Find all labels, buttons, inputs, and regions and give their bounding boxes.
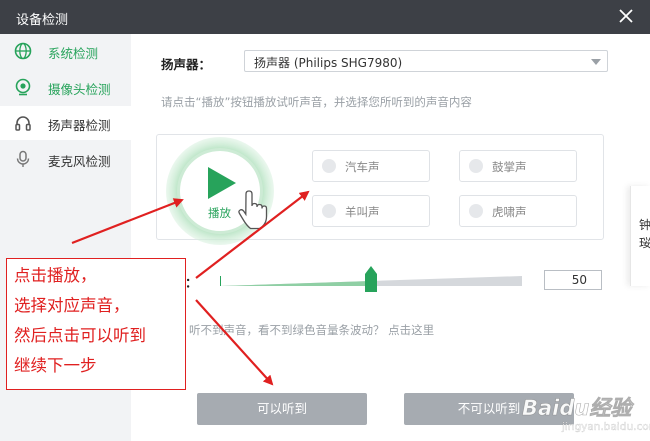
speaker-select[interactable]: 扬声器 (Philips SHG7980): [244, 50, 608, 72]
headphones-icon: [15, 116, 31, 131]
sidebar-item-camera-check[interactable]: 摄像头检测: [0, 70, 131, 104]
close-button[interactable]: [614, 4, 638, 28]
annotation-line: 点击播放，: [14, 266, 97, 285]
speaker-label: 扬声器：: [161, 57, 212, 72]
radio-circle: [322, 204, 336, 218]
option-label: 羊叫声: [345, 205, 380, 219]
background-window-edge: 钟 珱: [630, 186, 650, 286]
option-label: 鼓掌声: [492, 160, 527, 174]
watermark-url: jingyan.baidu.com: [562, 421, 650, 433]
window-title: 设备检测: [16, 13, 69, 28]
sidebar-item-system-check[interactable]: 系统检测: [0, 34, 131, 68]
speaker-select-value: 扬声器 (Philips SHG7980): [254, 56, 403, 70]
radio-circle: [469, 159, 483, 173]
option-label: 汽车声: [345, 160, 380, 174]
radio-circle: [469, 204, 483, 218]
annotation-line: 选择对应声音，: [14, 296, 130, 315]
hand-cursor-icon: [238, 190, 268, 230]
volume-level-fill: [220, 281, 371, 286]
annotation-line: 继续下一步: [14, 356, 97, 375]
can-hear-button[interactable]: 可以听到: [197, 393, 367, 425]
watermark-text: Baidu经验: [522, 396, 632, 421]
close-icon: [619, 9, 633, 23]
sidebar-item-label: 扬声器检测: [48, 118, 111, 133]
radio-circle: [322, 159, 336, 173]
option-sheep-sound[interactable]: 羊叫声: [312, 195, 430, 227]
background-text: 钟: [639, 218, 650, 232]
sidebar-item-label: 麦克风检测: [48, 154, 111, 169]
watermark: Baidu经验 jingyan.baidu.com: [510, 384, 650, 441]
play-button-label: 播放: [208, 206, 231, 220]
sidebar-item-microphone-check[interactable]: 麦克风检测: [0, 142, 131, 176]
annotation-box: 点击播放， 选择对应声音， 然后点击可以听到 继续下一步: [6, 258, 186, 390]
microphone-icon: [16, 150, 30, 167]
play-icon: [208, 167, 236, 199]
instruction-text: 请点击“播放”按钮播放试听声音，并选择您所听到的声音内容: [161, 95, 472, 109]
volume-slider-thumb[interactable]: [365, 266, 377, 292]
sidebar-item-label: 摄像头检测: [48, 82, 111, 97]
globe-icon: [14, 42, 32, 60]
background-text: 珱: [639, 236, 650, 250]
volume-value-field[interactable]: 50: [544, 270, 602, 290]
annotation-line: 然后点击可以听到: [14, 326, 146, 345]
option-applause-sound[interactable]: 鼓掌声: [459, 150, 577, 182]
sidebar-item-speaker-check[interactable]: 扬声器检测: [0, 106, 131, 140]
volume-value: 50: [571, 273, 587, 287]
camera-icon: [15, 78, 31, 96]
chevron-down-icon: [591, 59, 601, 65]
option-car-sound[interactable]: 汽车声: [312, 150, 430, 182]
option-tiger-sound[interactable]: 虎啸声: [459, 195, 577, 227]
sidebar-item-label: 系统检测: [48, 46, 99, 61]
title-bar: 设备检测: [0, 0, 650, 34]
help-link[interactable]: 听不到声音，看不到绿色音量条波动？ 点击这里: [189, 322, 434, 338]
option-label: 虎啸声: [492, 205, 527, 219]
